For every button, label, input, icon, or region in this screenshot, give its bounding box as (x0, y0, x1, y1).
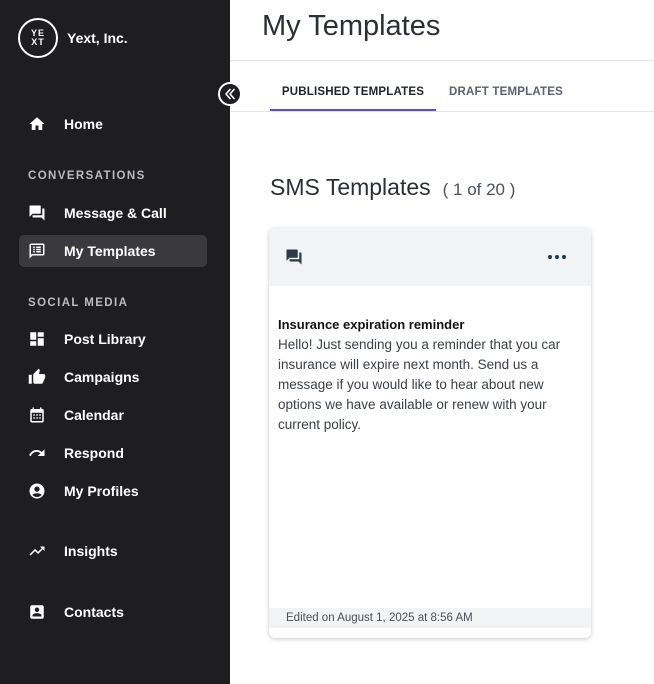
sidebar-item-insights[interactable]: Insights (19, 535, 207, 567)
double-chevron-left-icon (225, 88, 235, 100)
collapse-sidebar-button[interactable] (218, 82, 242, 106)
reply-icon (28, 444, 46, 462)
section-label-social-media: SOCIAL MEDIA (28, 297, 129, 309)
contact-card-icon (28, 603, 46, 621)
chat-bubbles-icon (28, 204, 46, 222)
page-title: My Templates (262, 10, 441, 42)
dashboard-icon (28, 330, 46, 348)
thumbs-up-icon (28, 368, 46, 386)
trending-up-icon (28, 542, 46, 560)
sidebar-item-contacts[interactable]: Contacts (19, 596, 207, 628)
template-card[interactable]: Insurance expiration reminder Hello! Jus… (269, 228, 591, 638)
card-header (269, 228, 591, 286)
calendar-icon (28, 406, 46, 424)
sidebar-item-label: My Profiles (64, 483, 139, 499)
tabs-divider (230, 111, 654, 112)
sidebar-item-my-profiles[interactable]: My Profiles (19, 475, 207, 507)
sidebar-item-label: My Templates (64, 243, 156, 259)
card-edited-timestamp: Edited on August 1, 2025 at 8:56 AM (269, 608, 591, 628)
brand[interactable]: YE XT Yext, Inc. (18, 18, 128, 58)
yext-logo: YE XT (18, 18, 58, 58)
header-divider (230, 60, 654, 61)
sidebar-item-label: Home (64, 116, 103, 132)
sidebar: YE XT Yext, Inc. Home CONVERSATIONS Mess… (0, 0, 230, 684)
sidebar-item-label: Contacts (64, 604, 124, 620)
home-icon (28, 115, 46, 133)
account-name: Yext, Inc. (67, 30, 128, 46)
tab-published-templates[interactable]: PUBLISHED TEMPLATES (270, 78, 436, 112)
account-circle-icon (28, 482, 46, 500)
sidebar-item-home[interactable]: Home (19, 108, 207, 140)
card-body: Hello! Just sending you a reminder that … (278, 337, 561, 432)
section-title: SMS Templates (270, 174, 431, 200)
card-title: Insurance expiration reminder (278, 317, 465, 332)
sidebar-item-calendar[interactable]: Calendar (19, 399, 207, 431)
section-label-conversations: CONVERSATIONS (28, 170, 146, 182)
section-heading: SMS Templates ( 1 of 20 ) (270, 174, 515, 201)
sidebar-item-respond[interactable]: Respond (19, 437, 207, 469)
more-horizontal-icon[interactable] (545, 248, 569, 266)
sidebar-item-campaigns[interactable]: Campaigns (19, 361, 207, 393)
template-count: ( 1 of 20 ) (442, 180, 516, 199)
logo-bottom-text: XT (31, 37, 45, 47)
sidebar-item-label: Message & Call (64, 205, 167, 221)
sidebar-item-message-call[interactable]: Message & Call (19, 197, 207, 229)
sidebar-item-label: Calendar (64, 407, 124, 423)
template-icon (28, 242, 46, 260)
chat-bubbles-icon (285, 248, 303, 266)
tab-draft-templates[interactable]: DRAFT TEMPLATES (444, 78, 568, 112)
sidebar-item-label: Post Library (64, 331, 146, 347)
sidebar-item-label: Insights (64, 543, 118, 559)
sidebar-item-label: Campaigns (64, 369, 140, 385)
sidebar-item-label: Respond (64, 445, 124, 461)
sidebar-item-my-templates[interactable]: My Templates (19, 235, 207, 267)
sidebar-item-post-library[interactable]: Post Library (19, 323, 207, 355)
